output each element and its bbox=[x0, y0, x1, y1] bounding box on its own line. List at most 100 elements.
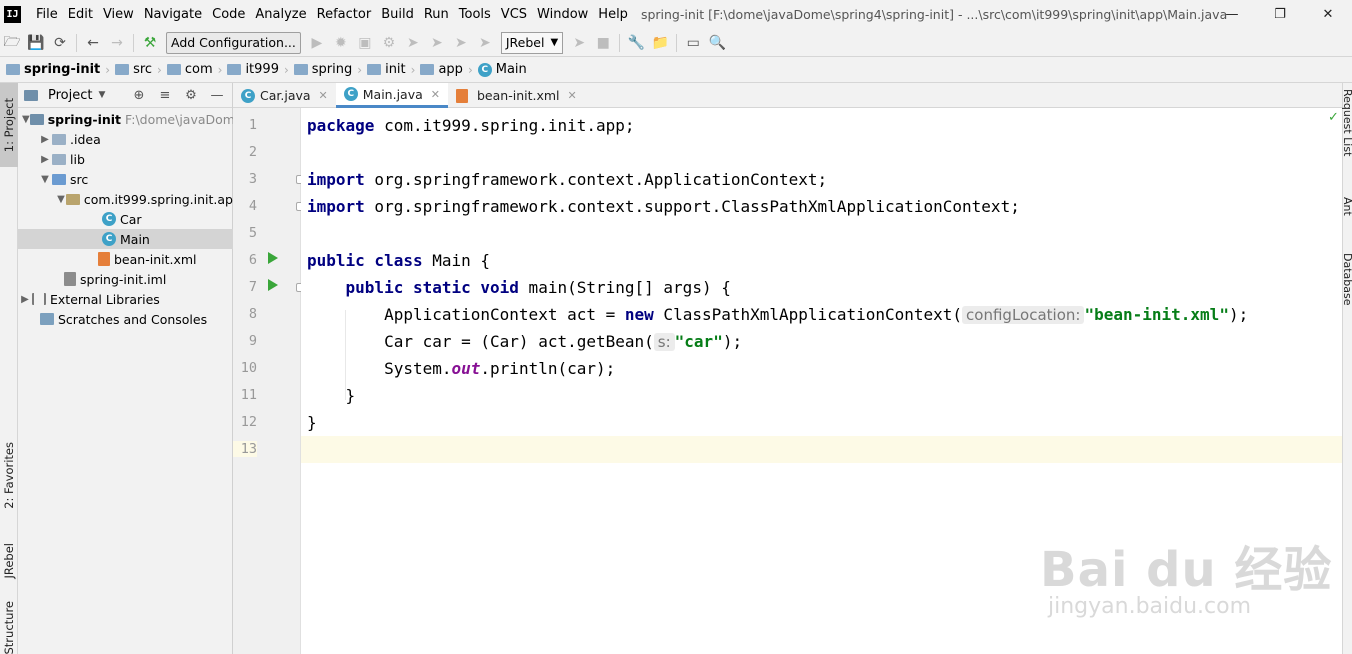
breadcrumb-item-app[interactable]: app bbox=[420, 62, 463, 77]
tab-structure-tool[interactable]: Structure bbox=[0, 601, 18, 654]
chevron-right-icon: › bbox=[357, 62, 363, 77]
menu-build[interactable]: Build bbox=[376, 7, 419, 22]
code-line: } bbox=[307, 413, 317, 432]
tree-item-lib[interactable]: ▶ lib bbox=[18, 149, 233, 169]
left-tool-strip: 1: Project 2: Favorites JRebel Structure bbox=[0, 83, 18, 654]
line-number: 2 bbox=[248, 144, 257, 160]
jrebel-debug-icon[interactable]: ➤ bbox=[425, 31, 449, 55]
back-arrow-icon[interactable]: ← bbox=[81, 31, 105, 55]
package-icon bbox=[65, 193, 80, 205]
run-gutter-icon[interactable] bbox=[268, 252, 278, 264]
tab-car-java[interactable]: C Car.java ✕ bbox=[233, 83, 336, 108]
tree-item-package[interactable]: ▼ com.it999.spring.init.ap bbox=[18, 189, 233, 209]
run-icon[interactable]: ▶ bbox=[305, 31, 329, 55]
chevron-right-icon: › bbox=[410, 62, 416, 77]
menu-navigate[interactable]: Navigate bbox=[139, 7, 207, 22]
coverage-icon[interactable]: ▣ bbox=[353, 31, 377, 55]
breadcrumb-item-spring[interactable]: spring bbox=[293, 62, 352, 77]
jrebel-run-icon[interactable]: ➤ bbox=[401, 31, 425, 55]
menu-view[interactable]: View bbox=[98, 7, 139, 22]
project-icon bbox=[24, 89, 38, 101]
save-all-icon[interactable]: 💾 bbox=[24, 31, 48, 55]
tab-jrebel-tool[interactable]: JRebel bbox=[0, 533, 18, 588]
search-icon[interactable]: 🔍 bbox=[705, 31, 729, 55]
close-icon[interactable]: ✕ bbox=[319, 89, 328, 102]
run-gutter-icon[interactable] bbox=[268, 279, 278, 291]
code-line: System.out.println(car); bbox=[307, 359, 616, 378]
stop-icon[interactable]: ■ bbox=[591, 31, 615, 55]
tab-request-list[interactable]: Request List bbox=[1341, 89, 1352, 156]
toolbar-separator bbox=[619, 33, 621, 52]
tab-ant[interactable]: Ant bbox=[1341, 197, 1352, 216]
folder-icon bbox=[52, 133, 66, 145]
close-icon[interactable]: ✕ bbox=[431, 88, 440, 101]
tree-item-external-libraries[interactable]: ▶ External Libraries bbox=[18, 289, 233, 309]
intellij-logo-icon: IJ bbox=[4, 6, 21, 23]
build-hammer-icon[interactable]: ⚒ bbox=[138, 31, 162, 55]
tree-item-main[interactable]: C Main bbox=[18, 229, 233, 249]
hide-panel-icon[interactable]: — bbox=[206, 85, 228, 105]
breadcrumb-item-it999[interactable]: it999 bbox=[227, 62, 279, 77]
chevron-right-icon: › bbox=[283, 62, 289, 77]
menu-analyze[interactable]: Analyze bbox=[250, 7, 311, 22]
tab-project-tool[interactable]: 1: Project bbox=[0, 83, 18, 167]
open-folder-icon[interactable]: 🗁 bbox=[0, 31, 24, 55]
tree-item-spring-init-iml[interactable]: spring-init.iml bbox=[18, 269, 233, 289]
tab-main-java[interactable]: C Main.java ✕ bbox=[335, 83, 448, 108]
folder-icon bbox=[420, 64, 435, 75]
tree-item-idea[interactable]: ▶ .idea bbox=[18, 129, 233, 149]
line-number: 7 bbox=[248, 279, 257, 295]
jrebel-sync-icon[interactable]: ➤ bbox=[473, 31, 497, 55]
tree-item-bean-init-xml[interactable]: bean-init.xml bbox=[18, 249, 233, 269]
close-window-icon[interactable]: ✕ bbox=[1304, 0, 1352, 29]
line-number: 3 bbox=[248, 171, 257, 187]
profile-icon[interactable]: ⚙ bbox=[377, 31, 401, 55]
forward-arrow-icon[interactable]: → bbox=[105, 31, 129, 55]
jrebel-update-icon[interactable]: ➤ bbox=[449, 31, 473, 55]
chevron-right-icon: › bbox=[105, 62, 111, 77]
collapse-all-icon[interactable]: ≡ bbox=[154, 85, 176, 105]
jrebel-remote-icon[interactable]: ➤ bbox=[567, 31, 591, 55]
tab-database[interactable]: Database bbox=[1341, 253, 1352, 306]
menu-help[interactable]: Help bbox=[593, 7, 633, 22]
project-structure-icon[interactable]: 📁 bbox=[648, 31, 672, 55]
tree-item-car[interactable]: C Car bbox=[18, 209, 233, 229]
menu-edit[interactable]: Edit bbox=[63, 7, 98, 22]
locate-crosshair-icon[interactable]: ⊕ bbox=[128, 85, 150, 105]
menu-file[interactable]: File bbox=[31, 7, 63, 22]
jrebel-dropdown[interactable]: JRebel ▼ bbox=[500, 31, 564, 54]
menu-window[interactable]: Window bbox=[532, 7, 593, 22]
watermark-main: Bai du 经验 bbox=[1040, 542, 1333, 598]
menu-tools[interactable]: Tools bbox=[454, 7, 496, 22]
menu-code[interactable]: Code bbox=[207, 7, 250, 22]
tab-favorites-tool[interactable]: 2: Favorites bbox=[0, 433, 18, 518]
tree-item-scratches[interactable]: Scratches and Consoles bbox=[18, 309, 233, 329]
scratches-icon bbox=[40, 313, 54, 325]
breadcrumb-item-init[interactable]: init bbox=[367, 62, 406, 77]
add-configuration-button[interactable]: Add Configuration... bbox=[166, 31, 301, 54]
breadcrumb-item-spring-init[interactable]: spring-init bbox=[6, 62, 100, 77]
menu-vcs[interactable]: VCS bbox=[496, 7, 532, 22]
restore-icon[interactable]: ❐ bbox=[1256, 0, 1304, 29]
tree-item-src[interactable]: ▼ src bbox=[18, 169, 233, 189]
minimize-icon[interactable]: — bbox=[1208, 0, 1256, 29]
wrench-settings-icon[interactable]: 🔧 bbox=[624, 31, 648, 55]
project-view-selector[interactable]: Project ▼ bbox=[24, 88, 105, 103]
terminal-icon[interactable]: ▭ bbox=[681, 31, 705, 55]
library-icon bbox=[32, 293, 46, 305]
source-folder-icon bbox=[52, 173, 66, 185]
tree-item-spring-init[interactable]: ▼ spring-init F:\dome\javaDom bbox=[18, 109, 233, 129]
breadcrumb-item-main[interactable]: C Main bbox=[477, 62, 527, 77]
tab-bean-init-xml[interactable]: bean-init.xml ✕ bbox=[448, 83, 585, 108]
sync-icon[interactable]: ⟳ bbox=[48, 31, 72, 55]
close-icon[interactable]: ✕ bbox=[568, 89, 577, 102]
collapsed-arrow-icon: ▶ bbox=[41, 153, 49, 165]
menu-run[interactable]: Run bbox=[419, 7, 454, 22]
code-line: import org.springframework.context.suppo… bbox=[307, 197, 1020, 216]
gear-icon[interactable]: ⚙ bbox=[180, 85, 202, 105]
menu-refactor[interactable]: Refactor bbox=[312, 7, 377, 22]
debug-icon[interactable]: ✹ bbox=[329, 31, 353, 55]
breadcrumb-item-src[interactable]: src bbox=[115, 62, 152, 77]
code-line: } bbox=[307, 386, 356, 405]
breadcrumb-item-com[interactable]: com bbox=[166, 62, 213, 77]
